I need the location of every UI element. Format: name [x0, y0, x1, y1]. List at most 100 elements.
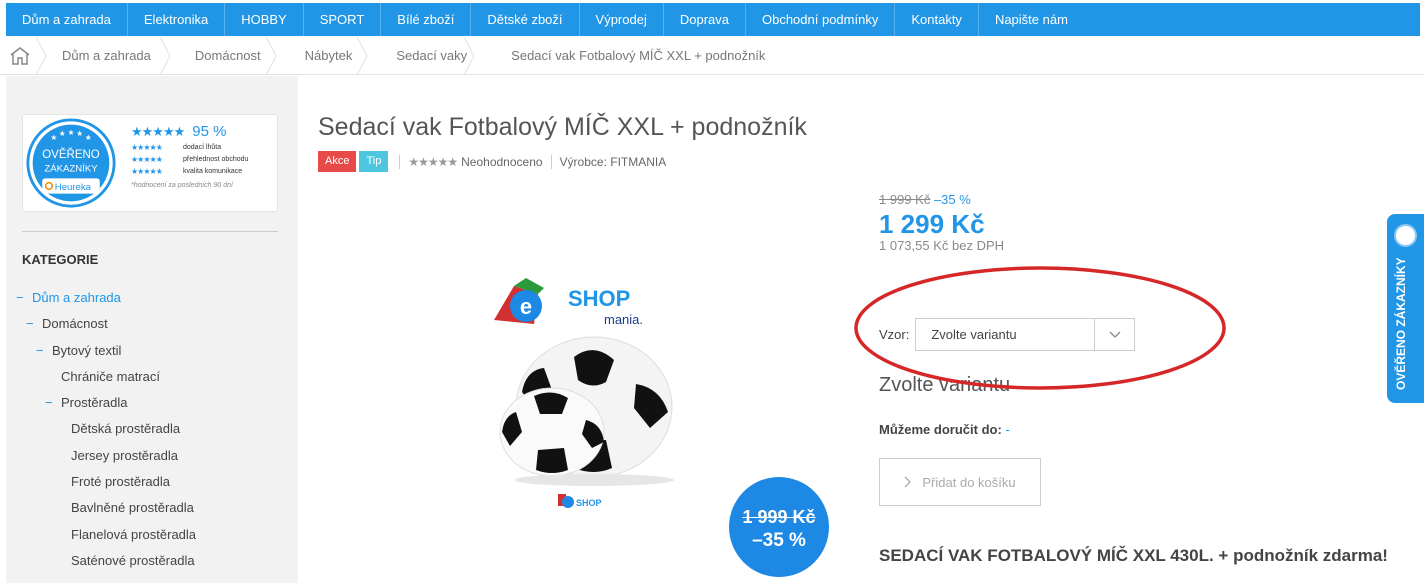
nav-item-bile-zbozi[interactable]: Bílé zboží [381, 3, 472, 36]
meta-divider [399, 154, 401, 169]
category-label: Dětská prostěradla [71, 421, 181, 437]
category-label: Dům a zahrada [32, 290, 121, 305]
heureka-logo-icon [1394, 224, 1417, 247]
price-without-vat: 1 073,55 Kč bez DPH [879, 238, 1005, 253]
category-label: Jersey prostěradla [71, 447, 178, 463]
badge-brand: Heureka [55, 182, 92, 193]
main-navigation: Dům a zahrada Elektronika HOBBY SPORT Bí… [6, 3, 1420, 36]
sale-badge-old-price: 1 999 Kč [742, 507, 816, 527]
collapse-dash-icon[interactable]: − [16, 288, 32, 308]
breadcrumb-label: Sedací vak Fotbalový MÍČ XXL + podnožník [511, 47, 766, 63]
rating-stars-icon: ★★★★★ [131, 123, 185, 139]
old-price: 1 999 Kč [879, 192, 931, 207]
tag-akce: Akce [318, 151, 357, 172]
side-tab-label: OVĚŘENO ZÁKAZNÍKY [1394, 257, 1408, 390]
old-price-line: 1 999 Kč –35 % [879, 192, 1004, 207]
heureka-percent: 95 % [192, 123, 227, 140]
logo-text: SHOP [568, 286, 630, 311]
svg-text:e: e [520, 294, 532, 319]
tag-tip: Tip [359, 151, 389, 172]
star-icon-row: ★★★★★ [131, 155, 163, 164]
nav-item-elektronika[interactable]: Elektronika [128, 3, 226, 36]
heureka-ratings: ★★★★★ 95 % ★★★★★ dodací lhůta ★★★★★ přehle… [131, 123, 277, 189]
nav-item-napiste-nam[interactable]: Napište nám [979, 3, 1084, 36]
nav-item-doprava[interactable]: Doprava [664, 3, 746, 36]
add-to-cart-label: Přidat do košíku [922, 474, 1016, 490]
collapse-dash-icon[interactable]: − [26, 314, 42, 334]
nav-item-hobby[interactable]: HOBBY [225, 3, 304, 36]
nav-item-sport[interactable]: SPORT [304, 3, 382, 36]
sidebar-divider [22, 231, 278, 232]
category-label: Chrániče matrací [61, 368, 160, 384]
rating-text: Neohodnoceno [461, 154, 543, 169]
heureka-row-label: kvalita komunikace [183, 168, 243, 175]
category-label: Bavlněné prostěradla [71, 500, 194, 516]
sidebar: ★ ★ ★ ★ ★ OVĚŘENO ZÁKAZNÍKY Heureka ★★★★★ 95… [6, 76, 298, 583]
svg-text:★: ★ [85, 133, 92, 142]
heureka-note: *hodnocení za posledních 90 dní [131, 182, 233, 189]
svg-text:★: ★ [76, 129, 83, 138]
nav-item-obchodni-podminky[interactable]: Obchodní podmínky [746, 3, 896, 36]
side-tab-overeno-zakazniky[interactable]: OVĚŘENO ZÁKAZNÍKY [1387, 214, 1424, 403]
category-title: KATEGORIE [22, 252, 99, 267]
category-label: Froté prostěradla [71, 474, 170, 490]
badge-line1: OVĚŘENO [42, 148, 100, 161]
heureka-widget[interactable]: ★ ★ ★ ★ ★ OVĚŘENO ZÁKAZNÍKY Heureka ★★★★★ 95… [22, 114, 278, 212]
delivery-value: - [1005, 422, 1010, 437]
add-to-cart-button[interactable]: Přidat do košíku [879, 458, 1041, 506]
promo-heading: SEDACÍ VAK FOTBALOVÝ MÍČ XXL 430L. + pod… [879, 546, 1388, 565]
current-price: 1 299 Kč [879, 209, 985, 239]
category-item[interactable]: Flanelová prostěradla [6, 525, 298, 551]
category-label: Bytový textil [52, 342, 122, 358]
product-image[interactable]: e SHOP mania. SHOP [474, 272, 694, 522]
product-image-graphic: e SHOP mania. SHOP [494, 278, 674, 508]
category-label: Flanelová prostěradla [71, 526, 197, 542]
annotation-ellipse [854, 266, 1226, 390]
category-item[interactable]: − Dům a zahrada [6, 288, 298, 314]
nav-item-kontakty[interactable]: Kontakty [895, 3, 979, 36]
chevron-right-icon [904, 476, 912, 488]
category-item[interactable]: Chrániče matrací [6, 367, 298, 393]
breadcrumb-item-current: Sedací vak Fotbalový MÍČ XXL + podnožník [489, 37, 787, 75]
product-meta: Akce Tip ★★★★★ Neohodnoceno Výrobce: FIT… [318, 151, 666, 172]
nav-item-dum-a-zahrada[interactable]: Dům a zahrada [6, 3, 128, 36]
category-label: Saténové prostěradla [71, 552, 195, 568]
product-title: Sedací vak Fotbalový MÍČ XXL + podnožník [318, 113, 807, 141]
manufacturer: Výrobce: FITMANIA [559, 154, 667, 169]
category-item[interactable]: Dětská prostěradla [6, 419, 298, 445]
price-box: 1 999 Kč –35 % 1 299 Kč 1 073,55 Kč bez … [879, 192, 1004, 253]
category-label: Domácnost [42, 316, 108, 332]
heureka-badge-icon: ★ ★ ★ ★ ★ OVĚŘENO ZÁKAZNÍKY Heureka [26, 118, 116, 208]
category-label: Prostěradla [61, 395, 128, 411]
rating-stars-icon[interactable]: ★★★★★ [408, 155, 458, 169]
delivery-label: Můžeme doručit do: [879, 422, 1002, 437]
svg-text:★: ★ [68, 128, 75, 137]
delivery-info: Můžeme doručit do: - [879, 422, 1010, 437]
category-item[interactable]: Saténové prostěradla [6, 551, 298, 577]
sale-badge-percent: –35 % [752, 530, 806, 551]
category-list: − Dům a zahrada − Domácnost − Bytový textil Ch… [6, 288, 298, 577]
discount-percent: –35 % [933, 192, 971, 207]
nav-item-detske-zbozi[interactable]: Dětské zboží [471, 3, 580, 36]
logo-small-text: SHOP [576, 498, 602, 508]
badge-line2: ZÁKAZNÍKY [44, 164, 98, 175]
svg-text:★: ★ [59, 129, 66, 138]
breadcrumb-separators [35, 37, 475, 75]
collapse-dash-icon[interactable]: − [45, 393, 61, 413]
category-item[interactable]: − Domácnost [6, 314, 298, 340]
collapse-dash-icon[interactable]: − [36, 341, 52, 361]
category-item[interactable]: − Prostěradla [6, 393, 298, 419]
star-icon-row: ★★★★★ [131, 167, 163, 176]
nav-item-vyprodej[interactable]: Výprodej [580, 3, 664, 36]
category-item[interactable]: Bavlněné prostěradla [6, 498, 298, 524]
logo-sub: mania. [604, 312, 643, 327]
meta-divider [550, 154, 552, 169]
category-item[interactable]: Jersey prostěradla [6, 446, 298, 472]
category-item[interactable]: − Bytový textil [6, 341, 298, 367]
sale-badge: 1 999 Kč –35 % [729, 477, 829, 577]
category-item[interactable]: Froté prostěradla [6, 472, 298, 498]
svg-text:★: ★ [50, 133, 57, 142]
star-icon-row: ★★★★★ [131, 143, 163, 152]
heureka-row-label: dodací lhůta [183, 144, 222, 151]
heureka-row-label: přehlednost obchodu [183, 156, 249, 163]
